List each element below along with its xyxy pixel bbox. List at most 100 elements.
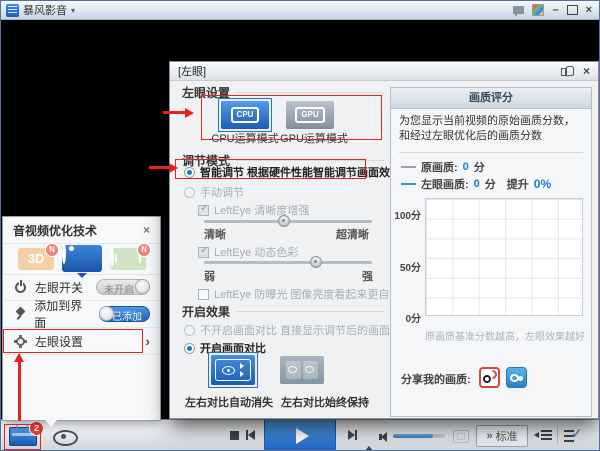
play-icon (296, 428, 309, 444)
optimization-panel: 音视频优化技术 × 3D N N 左眼开关 未开启 (2, 216, 161, 421)
skin-theme-icon[interactable] (532, 4, 544, 16)
checkbox-icon: ✓ (198, 205, 209, 216)
add-to-ui-toggle[interactable]: 已添加 (99, 306, 150, 322)
lefteye-switch-toggle[interactable]: 未开启 (96, 279, 150, 295)
new-badge: N (45, 243, 59, 257)
volume-slider[interactable] (393, 434, 445, 438)
section-effect: 开启效果 (182, 303, 384, 320)
unit-label: 分 (474, 159, 485, 175)
legend-line-lefteye (401, 183, 416, 185)
annotation-arrowhead (14, 353, 24, 362)
playlist-button[interactable] (534, 430, 552, 440)
radio-icon (184, 187, 195, 198)
quality-score-description: 为您显示当前视频的原始画质分数，和经过左眼优化后的画质分数 (399, 114, 583, 145)
sharpness-slider (204, 220, 372, 223)
app-logo-icon (6, 4, 19, 17)
thumbs-up-icon[interactable] (561, 65, 574, 77)
sharp-min-label: 清晰 (204, 226, 226, 242)
app-window: 暴风影音 ▾ – × 音视频优化技术 × 3D N (0, 0, 600, 451)
strength-min-label: 弱 (204, 268, 215, 284)
unit-label: 分 (485, 176, 496, 192)
volume-fill (393, 434, 433, 438)
checkbox-icon: ✓ (198, 247, 209, 258)
headphones-icon (110, 246, 114, 267)
app-title[interactable]: 暴风影音 (23, 2, 67, 18)
checkbox-dynamic-color: ✓ LeftEye 动态色彩 (198, 244, 298, 260)
strength-max-label: 强 (362, 268, 373, 284)
legend-lefteye: 左眼画质: 0 分 提升 0% (401, 176, 551, 192)
checkbox-anti-exposure: LeftEye 防曝光 图像亮度看起来更自然 (198, 286, 400, 302)
maximize-button[interactable] (567, 5, 578, 15)
radio-no-compare[interactable]: 不开启画面对比 直接显示调节后的画面 (184, 322, 390, 338)
add-to-ui-label: 添加到界面 (34, 297, 91, 331)
no-compare-label: 不开启画面对比 直接显示调节后的画面 (200, 322, 390, 338)
play-button[interactable] (264, 420, 336, 451)
standard-mode-button[interactable]: » 标准 (476, 425, 528, 447)
compare-keep-button[interactable] (280, 356, 324, 384)
legend-line-original (401, 166, 416, 168)
eye-icon (286, 361, 301, 379)
sidebar-item-add-to-ui[interactable]: 添加到界面 已添加 (3, 301, 160, 328)
strength-slider (204, 261, 372, 264)
quality-score-chart (425, 198, 583, 316)
minimize-button[interactable]: – (552, 5, 558, 16)
toggle-knob (99, 306, 114, 321)
power-icon (15, 282, 26, 293)
weibo-share-icon[interactable] (479, 367, 500, 388)
checkbox-icon (198, 289, 209, 300)
sharp-max-label: 超清晰 (336, 226, 369, 242)
original-quality-label: 原画质: (421, 159, 458, 175)
manual-adjust-label: 手动调节 (200, 184, 244, 200)
quality-score-title: 画质评分 (391, 88, 591, 109)
annotation-box-cpu-gpu (201, 95, 382, 140)
tab-3d[interactable]: 3D N (18, 248, 54, 270)
radio-icon (184, 343, 195, 354)
radio-icon (184, 325, 195, 336)
radio-manual-adjust: 手动调节 (184, 184, 244, 200)
panel-pointer-notch (45, 420, 57, 427)
optimization-panel-title: 音视频优化技术 (13, 222, 97, 239)
compare-auto-hide-button[interactable] (208, 352, 258, 388)
new-badge: N (137, 243, 151, 257)
message-icon[interactable] (513, 6, 524, 14)
annotation-arrowhead (185, 108, 194, 118)
slider-knob (310, 256, 322, 268)
toggle-knob (135, 279, 150, 294)
media-manager-button[interactable]: ✓ (564, 428, 584, 443)
lefteye-toolbar-icon[interactable] (53, 430, 78, 446)
double-chevron-icon: » (486, 430, 492, 442)
eye-icon (303, 361, 318, 379)
eye-icon (222, 366, 235, 375)
eye-icon (62, 243, 66, 264)
previous-button[interactable] (246, 430, 255, 440)
panel-close-icon[interactable]: × (143, 223, 150, 237)
original-quality-value: 0 (463, 161, 469, 173)
tab-audio[interactable]: N (110, 248, 146, 270)
dialog-close-button[interactable]: × (583, 64, 590, 78)
next-button[interactable] (348, 430, 357, 440)
fullscreen-button[interactable] (453, 430, 469, 443)
player-control-bar: 2 » 标准 ✓ (1, 419, 599, 450)
tab-lefteye[interactable] (62, 245, 102, 272)
check-icon: ✓ (571, 425, 583, 442)
annotation-arrow-toolbox (18, 362, 21, 421)
volume-icon[interactable] (379, 432, 387, 442)
optimization-tabs: 3D N N (3, 243, 160, 275)
axis-tick-50: 50分 (391, 259, 421, 274)
slider-knob (278, 215, 290, 227)
divider (399, 152, 583, 153)
improve-value: 0% (534, 177, 551, 191)
compare-auto-hide-tile (211, 355, 255, 385)
chevron-down-icon[interactable]: ▾ (71, 6, 75, 15)
chart-footnote: 原画质基准分数越高，左眼效果越好 (399, 328, 585, 343)
improve-label: 提升 (507, 176, 529, 192)
compare-auto-hide-label: 左右对比自动消失 (176, 394, 282, 410)
close-button[interactable]: × (586, 5, 592, 16)
tencent-share-icon[interactable] (506, 367, 527, 388)
stop-button[interactable] (230, 431, 239, 440)
annotation-arrow-smart (149, 166, 169, 169)
compare-keep-label: 左右对比始终保持 (270, 394, 380, 410)
sharpness-label: LeftEye 清晰度增强 (214, 202, 309, 218)
annotation-box-toolbox (4, 424, 41, 450)
eject-button[interactable] (364, 429, 374, 447)
